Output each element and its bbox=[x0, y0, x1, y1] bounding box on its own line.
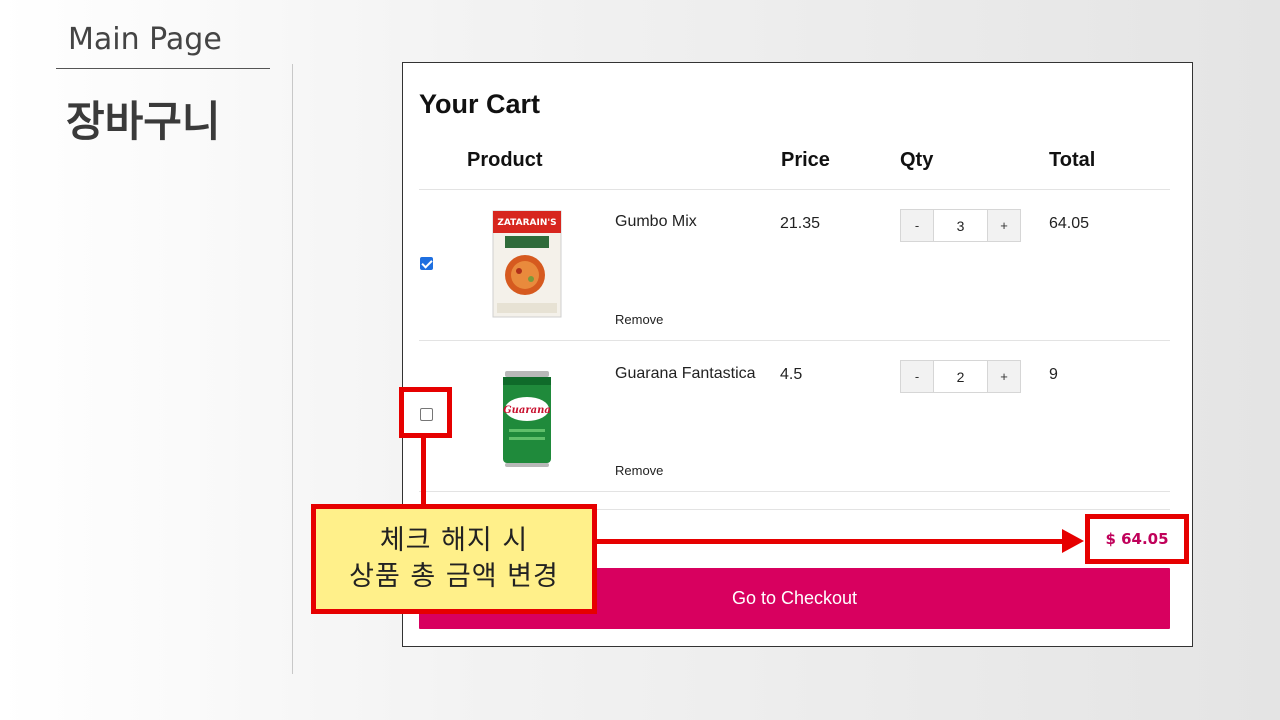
product-image-guarana-fantastica: Guarana bbox=[499, 369, 555, 469]
annotation-connector-horizontal bbox=[595, 539, 1065, 544]
remove-link-gumbo-mix[interactable]: Remove bbox=[615, 312, 663, 327]
product-name-gumbo-mix: Gumbo Mix bbox=[615, 213, 697, 230]
arrow-head-icon bbox=[1062, 529, 1084, 553]
vertical-divider bbox=[292, 64, 293, 674]
remove-link-guarana-fantastica[interactable]: Remove bbox=[615, 463, 663, 478]
price-guarana-fantastica: 4.5 bbox=[780, 366, 803, 383]
can-brand-label: Guarana bbox=[503, 405, 551, 416]
header-divider-line bbox=[419, 189, 1170, 190]
annotation-line-1: 체크 해지 시 bbox=[379, 525, 529, 556]
item-checkbox-gumbo-mix[interactable] bbox=[420, 257, 433, 270]
grand-total-amount: $ 64.05 bbox=[1105, 530, 1169, 548]
annotation-connector-vertical bbox=[421, 438, 426, 508]
line-total-guarana-fantastica: 9 bbox=[1049, 366, 1058, 383]
cart-title: Your Cart bbox=[419, 89, 541, 119]
row-divider-line bbox=[419, 491, 1170, 492]
column-header-product: Product bbox=[467, 149, 543, 171]
qty-stepper-guarana-fantastica: - 2 + bbox=[900, 360, 1021, 393]
checkbox-highlight-box bbox=[399, 387, 452, 438]
product-name-guarana-fantastica: Guarana Fantastica bbox=[615, 365, 756, 382]
qty-decrement-button[interactable]: - bbox=[901, 210, 934, 241]
annotation-line-2: 상품 총 금액 변경 bbox=[349, 561, 559, 592]
price-gumbo-mix: 21.35 bbox=[780, 215, 821, 232]
column-header-total: Total bbox=[1049, 149, 1096, 171]
qty-increment-button[interactable]: + bbox=[987, 210, 1020, 241]
qty-value[interactable]: 2 bbox=[934, 361, 987, 392]
column-header-price: Price bbox=[781, 149, 830, 171]
row-divider-line bbox=[419, 340, 1170, 341]
annotation-callout: 체크 해지 시 상품 총 금액 변경 bbox=[311, 504, 597, 614]
qty-decrement-button[interactable]: - bbox=[901, 361, 934, 392]
slide-title: 장바구니 bbox=[66, 97, 221, 146]
line-total-gumbo-mix: 64.05 bbox=[1049, 215, 1090, 232]
column-header-qty: Qty bbox=[900, 149, 934, 171]
header-divider bbox=[56, 68, 270, 69]
gumbo-mix-box-icon: ZATARAIN'S bbox=[492, 210, 562, 318]
qty-value[interactable]: 3 bbox=[934, 210, 987, 241]
slide-header: Main Page bbox=[68, 22, 222, 57]
guarana-can-icon: Guarana bbox=[503, 371, 551, 467]
qty-increment-button[interactable]: + bbox=[987, 361, 1020, 392]
box-brand-label: ZATARAIN'S bbox=[497, 218, 556, 228]
qty-stepper-gumbo-mix: - 3 + bbox=[900, 209, 1021, 242]
product-image-gumbo-mix: ZATARAIN'S bbox=[491, 209, 563, 319]
grand-total-highlight: $ 64.05 bbox=[1085, 514, 1189, 564]
